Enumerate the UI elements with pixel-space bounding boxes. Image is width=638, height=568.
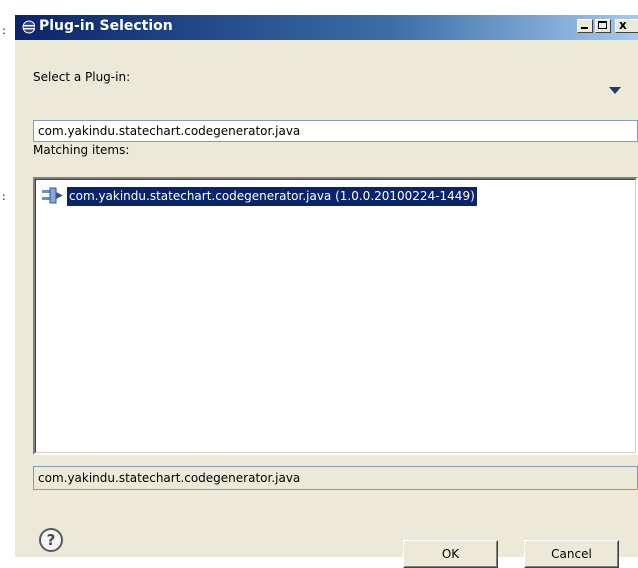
selected-plugin-status: com.yakindu.statechart.codegenerator.jav… bbox=[33, 466, 638, 490]
title-bar[interactable]: Plug-in Selection x bbox=[15, 15, 638, 40]
matching-items-label: Matching items: bbox=[33, 143, 130, 157]
help-icon[interactable]: ? bbox=[39, 528, 63, 552]
cancel-button-label: Cancel bbox=[551, 547, 592, 561]
list-frame bbox=[35, 179, 636, 453]
minimize-button[interactable] bbox=[577, 19, 593, 33]
ok-button[interactable]: OK bbox=[403, 540, 498, 568]
background-mark: : bbox=[2, 190, 6, 203]
matching-items-list[interactable]: com.yakindu.statechart.codegenerator.jav… bbox=[33, 177, 638, 455]
close-button[interactable]: x bbox=[615, 18, 638, 33]
background-window-edge: : : bbox=[0, 0, 14, 557]
minimize-icon bbox=[581, 27, 588, 29]
ok-button-label: OK bbox=[441, 547, 460, 561]
maximize-icon bbox=[598, 21, 607, 29]
plugin-selection-dialog: Plug-in Selection x Select a Plug-in: co… bbox=[14, 14, 638, 568]
plugin-icon bbox=[42, 187, 63, 204]
plugin-filter-input[interactable]: com.yakindu.statechart.codegenerator.jav… bbox=[33, 120, 638, 142]
maximize-button[interactable] bbox=[595, 19, 611, 33]
list-item-label: com.yakindu.statechart.codegenerator.jav… bbox=[67, 187, 477, 206]
window-title: Plug-in Selection bbox=[39, 18, 173, 34]
close-icon: x bbox=[619, 18, 627, 32]
cancel-button[interactable]: Cancel bbox=[524, 540, 619, 568]
eclipse-icon bbox=[22, 20, 35, 34]
select-plugin-label: Select a Plug-in: bbox=[33, 70, 131, 84]
dropdown-arrow-icon[interactable] bbox=[609, 87, 621, 94]
background-mark: : bbox=[2, 24, 6, 37]
